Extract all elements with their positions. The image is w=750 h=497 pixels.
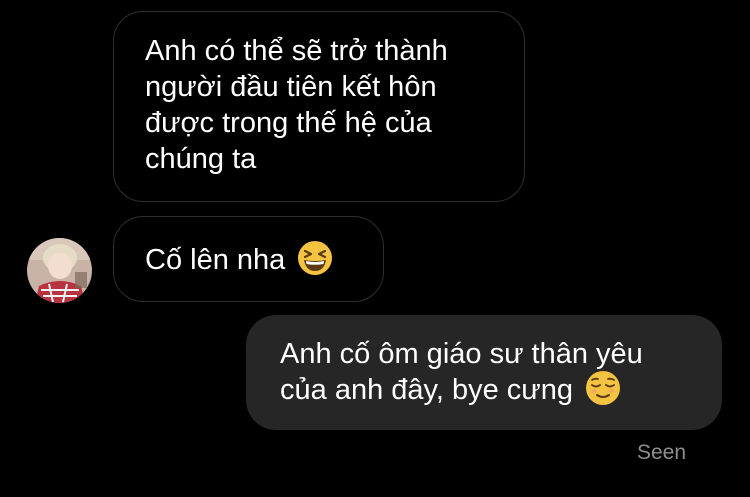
grinning-squinting-face-emoji bbox=[298, 241, 333, 276]
outgoing-message-bubble[interactable]: Anh cố ôm giáo sư thân yêu của anh đây, … bbox=[246, 315, 722, 430]
seen-status: Seen bbox=[637, 441, 687, 464]
message-text-line: được trong thế hệ của bbox=[145, 107, 432, 139]
message-text-row: Cố lên nha bbox=[145, 241, 353, 279]
avatar-photo bbox=[27, 238, 92, 303]
message-text-line: Anh có thể sẽ trở thành bbox=[145, 35, 448, 67]
sender-avatar[interactable] bbox=[27, 238, 92, 303]
message-text-line: của anh đây, bye cưng bbox=[280, 374, 573, 406]
chat-thread: Anh có thể sẽ trở thành người đầu tiên k… bbox=[0, 0, 750, 497]
incoming-message-bubble[interactable]: Cố lên nha bbox=[113, 216, 384, 302]
message-text-line: Anh cố ôm giáo sư thân yêu bbox=[280, 338, 643, 370]
message-text-line: Cố lên nha bbox=[145, 244, 286, 276]
incoming-message-bubble[interactable]: Anh có thể sẽ trở thành người đầu tiên k… bbox=[113, 11, 525, 202]
message-text-line: chúng ta bbox=[145, 143, 257, 175]
message-text-row: của anh đây, bye cưng bbox=[280, 371, 692, 409]
message-text-line: người đầu tiên kết hôn bbox=[145, 71, 437, 103]
relieved-face-emoji bbox=[586, 371, 621, 406]
